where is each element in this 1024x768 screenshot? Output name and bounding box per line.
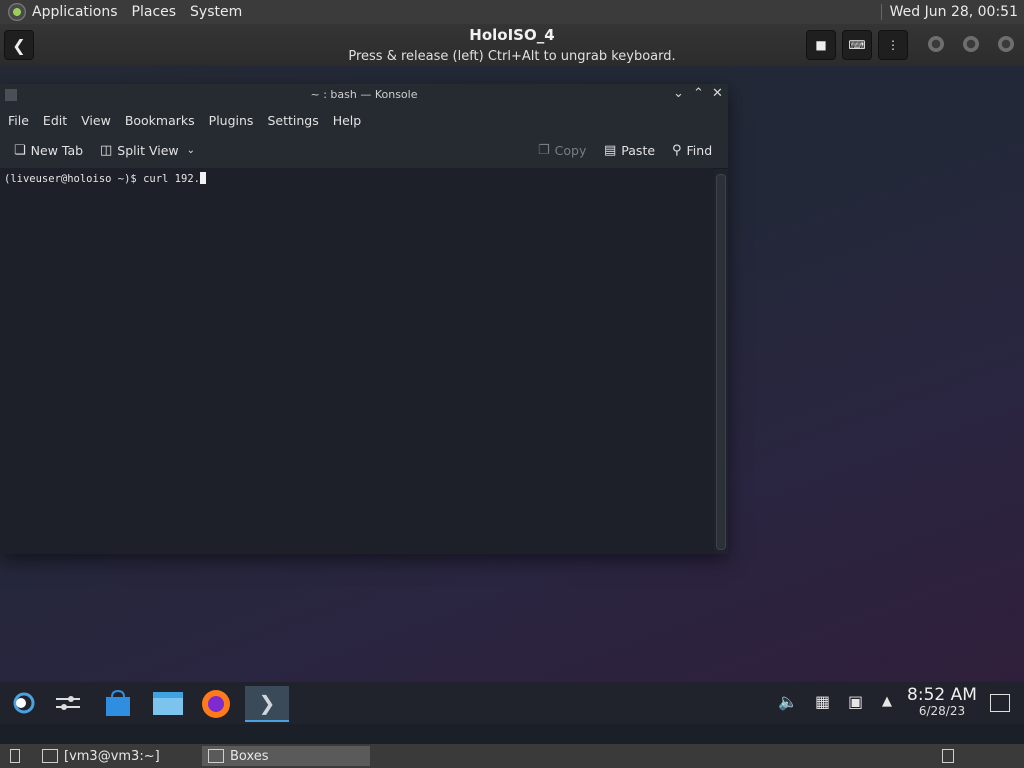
firefox-icon xyxy=(202,690,230,718)
menu-applications[interactable]: Applications xyxy=(32,4,118,20)
tray-expand-icon[interactable]: ▲ xyxy=(882,694,892,709)
konsole-icon: ❯ xyxy=(258,691,276,715)
konsole-minimize-icon[interactable]: ⌄ xyxy=(673,86,684,101)
paste-label: Paste xyxy=(621,143,656,158)
workspace-switcher[interactable] xyxy=(936,746,960,766)
discover-launcher[interactable] xyxy=(100,686,136,720)
new-tab-button[interactable]: ❏ New Tab xyxy=(14,143,83,158)
stop-icon: ■ xyxy=(815,38,827,52)
desktop-icon xyxy=(10,749,20,763)
taskbar-item-label: Boxes xyxy=(230,748,269,764)
text-cursor xyxy=(199,172,206,184)
split-view-button[interactable]: ◫ Split View ⌄ xyxy=(100,143,200,158)
maximize-icon[interactable] xyxy=(963,36,979,52)
settings-launcher[interactable] xyxy=(50,686,86,720)
copy-label: Copy xyxy=(554,143,587,158)
settings-icon xyxy=(56,696,80,710)
removable-device-icon[interactable]: ▦ xyxy=(815,692,830,711)
terminal-line: (liveuser@holoiso ~)$ curl 192. xyxy=(4,172,206,185)
menu-plugins[interactable]: Plugins xyxy=(209,113,254,128)
steam-launcher[interactable] xyxy=(6,686,42,720)
terminal-prompt: (liveuser@holoiso ~)$ curl 192. xyxy=(4,173,200,185)
host-clock[interactable]: Wed Jun 28, 00:51 xyxy=(880,4,1018,20)
menu-button[interactable]: ⋮ xyxy=(878,30,908,60)
find-button[interactable]: ⚲ Find xyxy=(672,143,712,158)
host-top-panel: Applications Places System Wed Jun 28, 0… xyxy=(0,0,1024,24)
chevron-down-icon: ⌄ xyxy=(186,145,196,156)
guest-taskbar: ❯ 🔈 ▦ ▣ ▲ 8:52 AM 6/28/23 xyxy=(0,682,1024,724)
menu-help[interactable]: Help xyxy=(333,113,362,128)
terminal-scrollbar[interactable] xyxy=(716,174,726,550)
menu-kebab-icon: ⋮ xyxy=(887,38,899,52)
paste-icon: ▤ xyxy=(604,143,617,158)
taskbar-item-terminal[interactable]: [vm3@vm3:~] xyxy=(36,746,196,766)
keyboard-button[interactable]: ⌨ xyxy=(842,30,872,60)
close-icon[interactable] xyxy=(998,36,1014,52)
konsole-window: ~ : bash — Konsole ⌄ ⌃ ✕ File Edit View … xyxy=(0,84,728,554)
workspace-icon xyxy=(942,749,954,763)
copy-button[interactable]: ❐ Copy xyxy=(538,143,586,158)
menu-settings[interactable]: Settings xyxy=(267,113,318,128)
terminal-icon xyxy=(42,749,58,763)
taskbar-item-label: [vm3@vm3:~] xyxy=(64,748,160,764)
konsole-launcher[interactable]: ❯ xyxy=(245,686,289,722)
discover-store-icon xyxy=(106,689,130,716)
guest-desktop: ~ : bash — Konsole ⌄ ⌃ ✕ File Edit View … xyxy=(0,66,1024,682)
terminal-area[interactable]: (liveuser@holoiso ~)$ curl 192. xyxy=(0,168,714,554)
konsole-menubar: File Edit View Bookmarks Plugins Setting… xyxy=(0,106,728,134)
firefox-launcher[interactable] xyxy=(198,686,234,720)
new-tab-label: New Tab xyxy=(30,143,84,158)
paste-button[interactable]: ▤ Paste xyxy=(604,143,655,158)
split-view-label: Split View xyxy=(117,143,179,158)
stop-button[interactable]: ■ xyxy=(806,30,836,60)
keyboard-icon: ⌨ xyxy=(848,38,866,52)
menu-file[interactable]: File xyxy=(8,113,29,128)
boxes-header-bar: ❮ HoloISO_4 Press & release (left) Ctrl+… xyxy=(0,24,1024,67)
menu-places[interactable]: Places xyxy=(132,4,177,20)
file-manager-launcher[interactable] xyxy=(150,686,186,720)
copy-icon: ❐ xyxy=(538,143,550,158)
boxes-icon xyxy=(208,749,224,763)
split-view-icon: ◫ xyxy=(100,143,113,158)
search-icon: ⚲ xyxy=(672,143,682,158)
konsole-title: ~ : bash — Konsole xyxy=(310,88,418,101)
konsole-maximize-icon[interactable]: ⌃ xyxy=(693,86,704,101)
minimize-icon[interactable] xyxy=(928,36,944,52)
show-desktop-icon[interactable] xyxy=(990,694,1010,712)
konsole-titlebar[interactable]: ~ : bash — Konsole ⌄ ⌃ ✕ xyxy=(0,84,728,106)
konsole-close-icon[interactable]: ✕ xyxy=(712,86,723,101)
menu-edit[interactable]: Edit xyxy=(43,113,67,128)
show-desktop-button[interactable] xyxy=(4,746,26,766)
taskbar-item-boxes[interactable]: Boxes xyxy=(202,746,370,766)
menu-system[interactable]: System xyxy=(190,4,242,20)
guest-clock-date[interactable]: 6/28/23 xyxy=(906,704,978,718)
guest-clock-time[interactable]: 8:52 AM xyxy=(906,685,978,705)
menu-bookmarks[interactable]: Bookmarks xyxy=(125,113,195,128)
find-label: Find xyxy=(686,143,713,158)
menu-view[interactable]: View xyxy=(81,113,111,128)
host-bottom-panel: [vm3@vm3:~] Boxes xyxy=(0,744,1024,768)
new-tab-icon: ❏ xyxy=(14,143,26,158)
steam-icon xyxy=(13,692,35,714)
app-menu-logo-icon[interactable] xyxy=(8,3,26,21)
file-manager-icon xyxy=(153,692,183,715)
network-icon[interactable]: ▣ xyxy=(848,692,863,711)
konsole-toolbar: ❏ New Tab ◫ Split View ⌄ ❐ Copy ▤ Paste … xyxy=(0,134,728,169)
volume-icon[interactable]: 🔈 xyxy=(778,692,798,711)
